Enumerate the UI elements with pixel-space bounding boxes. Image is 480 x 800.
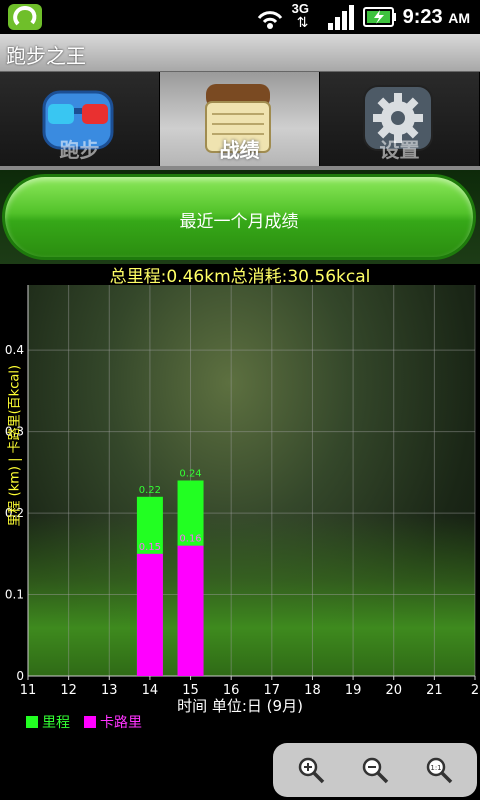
zoom-out-button[interactable] [357, 752, 393, 788]
chart-area: 总里程:0.46km总消耗:30.56kcal 0 0.1 0.2 0.3 0.4 11 1… [0, 264, 480, 744]
bar-value-label: 0.16 [179, 534, 201, 545]
tab-settings-label: 设置 [379, 138, 420, 162]
y-tick-label: 0.4 [5, 343, 24, 357]
zoom-out-icon [362, 757, 389, 784]
y-tick-label: 0.1 [5, 588, 24, 602]
battery-charging-icon [362, 7, 396, 27]
y-tick-label: 0 [16, 669, 24, 683]
x-tick-label: 12 [60, 683, 77, 694]
bar-value-label: 0.24 [179, 469, 201, 480]
x-tick-label: 18 [304, 683, 321, 694]
x-tick-label: 21 [426, 683, 443, 694]
zoom-controls: 1:1 [273, 743, 477, 797]
x-tick-label: 14 [142, 683, 159, 694]
x-tick-label: 11 [20, 683, 37, 694]
tab-run-label: 跑步 [59, 138, 100, 162]
x-tick-label: 20 [385, 683, 402, 694]
tab-bar: 跑步 战绩 设置 [0, 72, 480, 166]
zoom-1to1-icon: 1:1 [426, 757, 453, 784]
3g-data-icon: 3G ⇅ [291, 1, 309, 31]
legend-swatch-calories [84, 716, 96, 728]
tab-records[interactable]: 战绩 [160, 72, 320, 166]
legend-item-calories: 卡路里 [84, 712, 142, 732]
bar-value-label: 0.22 [139, 485, 161, 496]
bar-calories [136, 553, 163, 676]
x-tick-label: 19 [345, 683, 362, 694]
x-tick-label: 17 [264, 683, 281, 694]
x-tick-label: 16 [223, 683, 240, 694]
x-tick-label: 15 [182, 683, 199, 694]
tab-records-label: 战绩 [219, 138, 260, 162]
bar-chart: 00.10.20.30.411 12 13 14 15 16 17 18 19 20 21 20.22… [5, 285, 479, 694]
clock-time: 9:23 [402, 5, 443, 28]
period-button[interactable]: 最近一个月成绩 [2, 174, 476, 260]
zoom-reset-glyph: 1:1 [430, 764, 441, 772]
app-title: 跑步之王 [6, 44, 86, 68]
status-bar: 3G ⇅ 9:23 AM [0, 0, 480, 34]
zoom-in-button[interactable] [293, 752, 329, 788]
chart-legend: 里程 卡路里 [26, 712, 156, 732]
zoom-in-icon [298, 757, 325, 784]
clock: 9:23 AM [403, 6, 470, 29]
y-axis-label: 里程 (km) | 卡路里(百kcal) [7, 364, 23, 527]
app-logo-icon [8, 4, 42, 30]
legend-label-distance: 里程 [42, 715, 70, 731]
signal-bars-icon [327, 5, 354, 30]
clock-ampm: AM [448, 9, 470, 26]
wifi-icon [257, 11, 282, 29]
legend-label-calories: 卡路里 [100, 715, 142, 731]
x-tick-label: 2 [471, 683, 479, 694]
x-tick-label: 13 [101, 683, 118, 694]
tab-settings[interactable]: 设置 [320, 72, 480, 166]
legend-swatch-distance [26, 716, 38, 728]
zoom-reset-button[interactable]: 1:1 [421, 752, 457, 788]
legend-item-distance: 里程 [26, 712, 70, 732]
network-type-label: 3G [291, 1, 309, 16]
tab-run[interactable]: 跑步 [0, 72, 160, 166]
period-banner: 最近一个月成绩 [0, 170, 480, 264]
bar-calories [177, 545, 204, 676]
bar-value-label: 0.15 [139, 542, 161, 553]
title-bar: 跑步之王 [0, 34, 480, 72]
period-button-label: 最近一个月成绩 [179, 212, 299, 232]
